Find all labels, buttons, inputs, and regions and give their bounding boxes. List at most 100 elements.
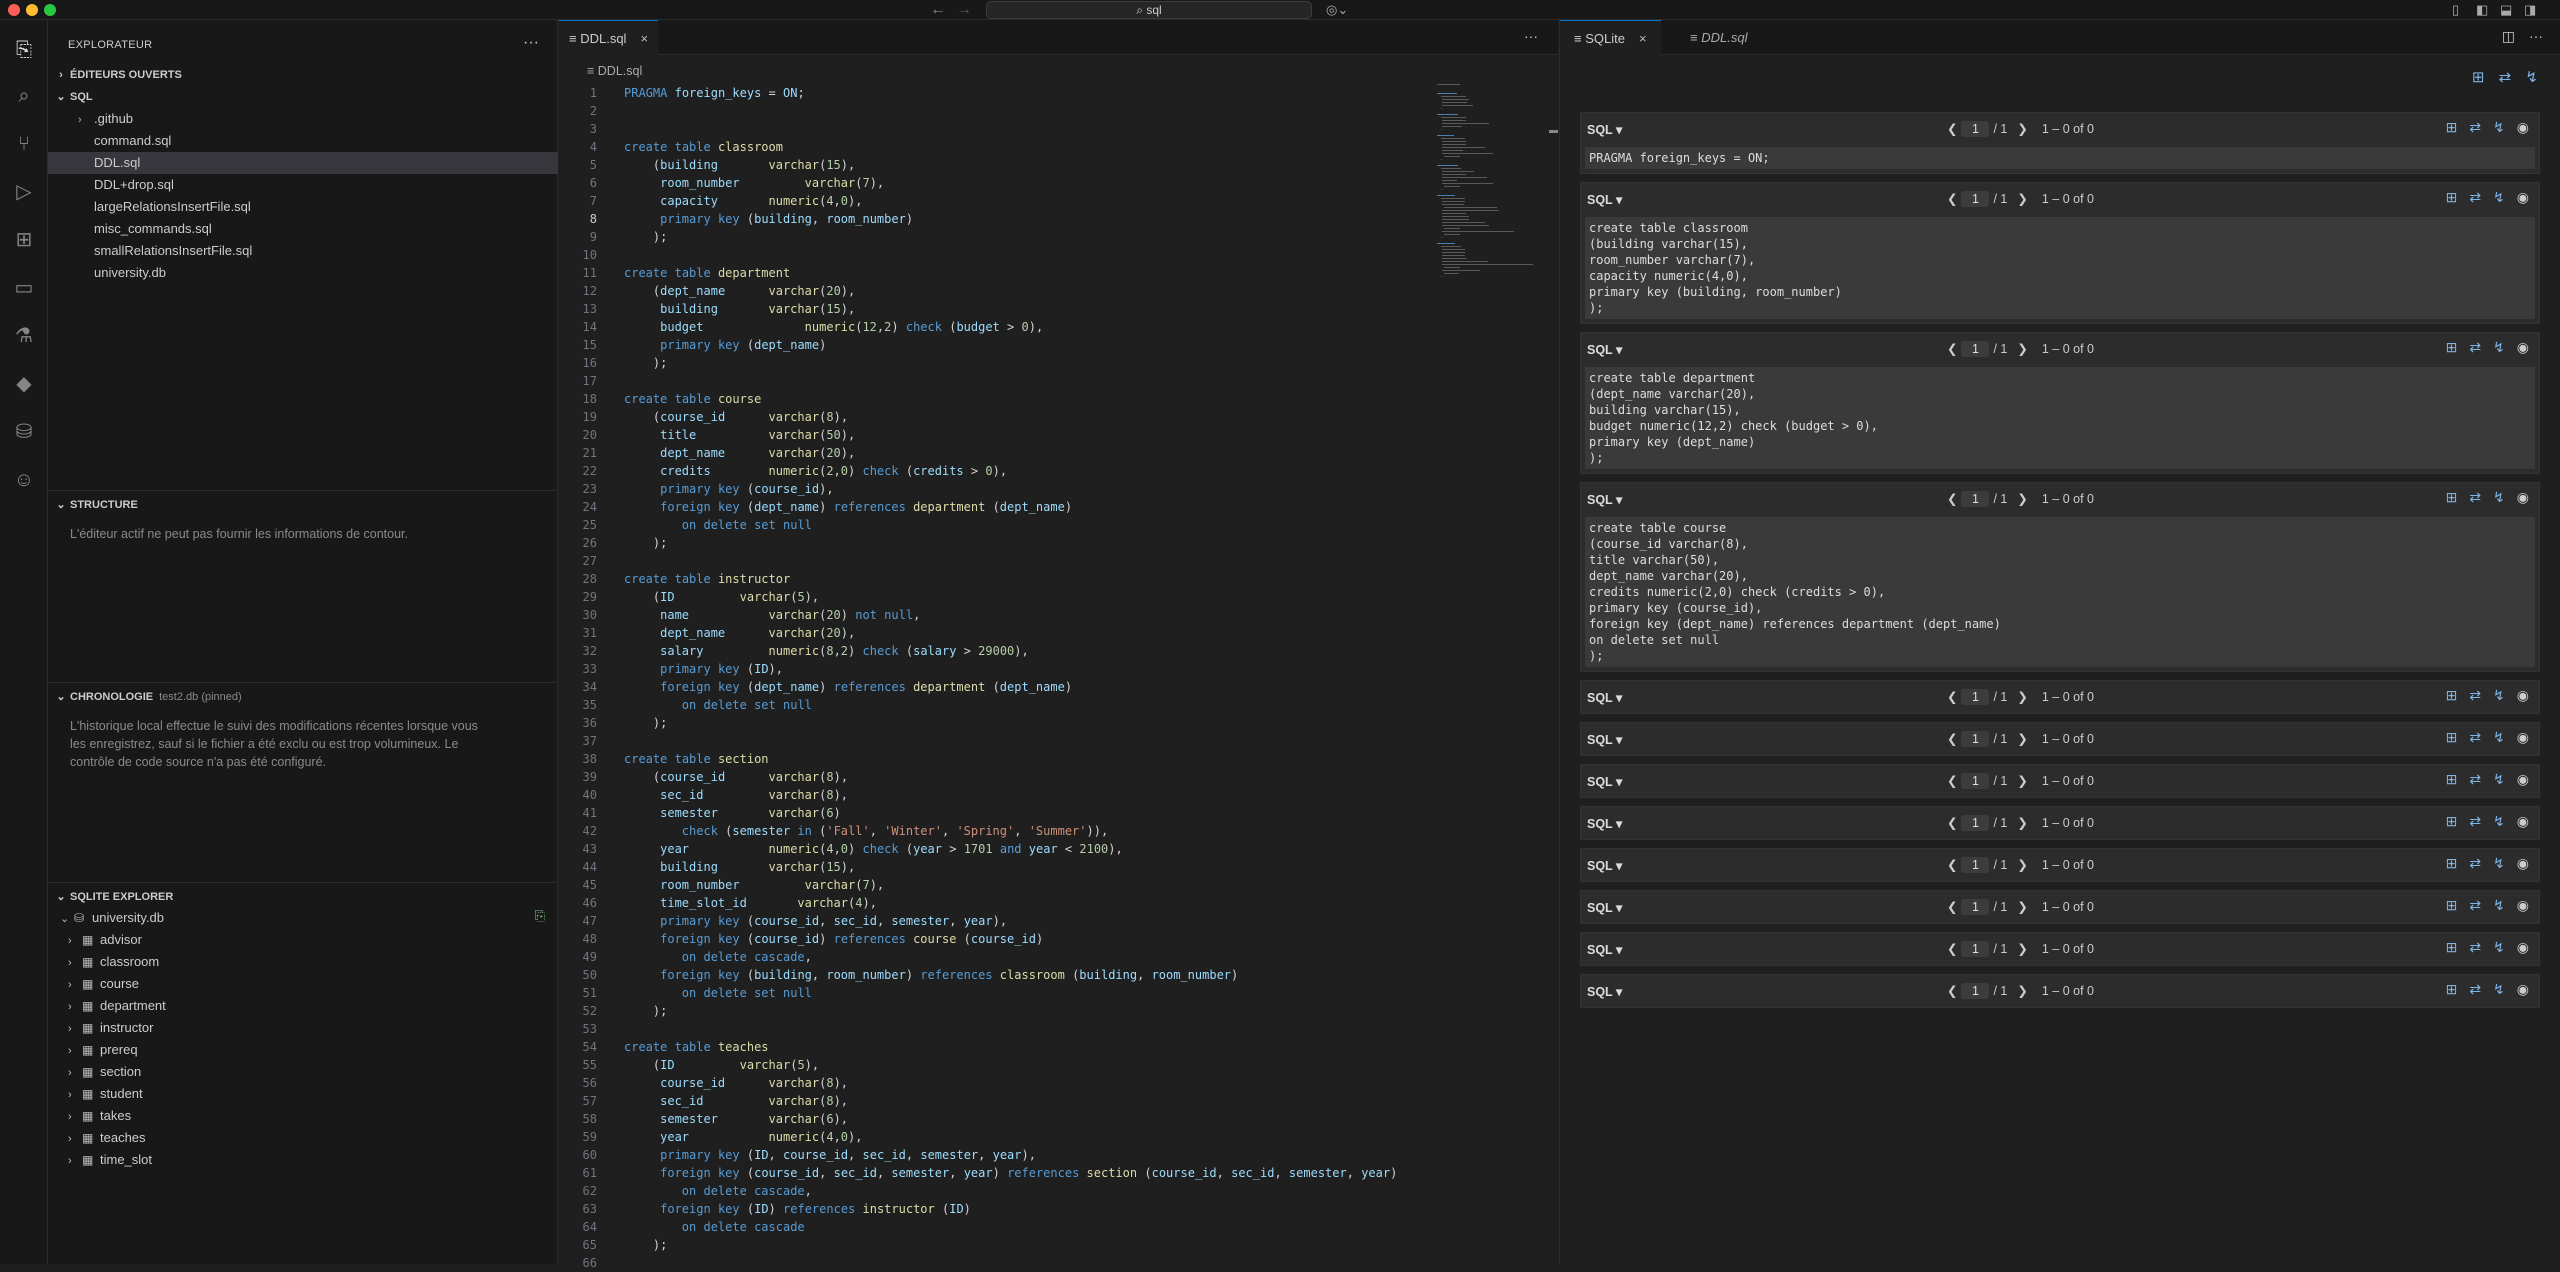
page-input[interactable]: 1 xyxy=(1961,731,1990,747)
tab-sqlite[interactable]: ≡ SQLite × xyxy=(1560,20,1661,55)
code-line[interactable]: 46 time_slot_id varchar(4), xyxy=(559,894,1419,912)
page-input[interactable]: 1 xyxy=(1961,689,1990,705)
insert-cell-icon[interactable]: ⊞ xyxy=(2446,981,2458,998)
prev-page-icon[interactable]: ❮ xyxy=(1947,732,1957,746)
language-select[interactable]: SQL ▾ xyxy=(1587,342,1622,357)
code-line[interactable]: 27 xyxy=(559,552,1419,570)
language-select[interactable]: SQL ▾ xyxy=(1587,492,1622,507)
run-cell-icon[interactable]: ↯ xyxy=(2493,771,2505,788)
code-line[interactable]: 51 on delete set null xyxy=(559,984,1419,1002)
code-line[interactable]: 3 xyxy=(559,120,1419,138)
code-line[interactable]: 61 foreign key (course_id, sec_id, semes… xyxy=(559,1164,1419,1182)
prev-page-icon[interactable]: ❮ xyxy=(1947,122,1957,136)
code-line[interactable]: 48 foreign key (course_id) references co… xyxy=(559,930,1419,948)
prev-page-icon[interactable]: ❮ xyxy=(1947,492,1957,506)
code-line[interactable]: 54 create table teaches xyxy=(559,1038,1419,1056)
file-ddl-drop-sql[interactable]: DDL+drop.sql xyxy=(48,174,558,196)
code-line[interactable]: 28 create table instructor xyxy=(559,570,1419,588)
minimize-window-button[interactable] xyxy=(26,4,38,16)
format-icon[interactable]: ⇄ xyxy=(2469,339,2481,356)
code-line[interactable]: 40 sec_id varchar(8), xyxy=(559,786,1419,804)
query-cell[interactable]: SQL ▾ ❮ 1/ 1 ❯ 1 – 0 of 0 ⊞ ⇄ ↯ ◉ create table cl… xyxy=(1580,182,2540,324)
cell-sql-text[interactable]: create table course (course_id varchar(8… xyxy=(1585,517,2535,667)
prev-page-icon[interactable]: ❮ xyxy=(1947,342,1957,356)
code-line[interactable]: 10 xyxy=(559,246,1419,264)
eye-icon[interactable]: ◉ xyxy=(2517,119,2529,136)
format-icon[interactable]: ⇄ xyxy=(2469,897,2481,914)
page-input[interactable]: 1 xyxy=(1961,983,1990,999)
code-line[interactable]: 65 ); xyxy=(559,1236,1419,1254)
prev-page-icon[interactable]: ❮ xyxy=(1947,690,1957,704)
table-item-instructor[interactable]: › ▦ instructor xyxy=(48,1017,558,1039)
code-line[interactable]: 38 create table section xyxy=(559,750,1419,768)
format-icon[interactable]: ⇄ xyxy=(2469,855,2481,872)
code-line[interactable]: 55 (ID varchar(5), xyxy=(559,1056,1419,1074)
code-line[interactable]: 36 ); xyxy=(559,714,1419,732)
eye-icon[interactable]: ◉ xyxy=(2517,729,2529,746)
code-line[interactable]: 12 (dept_name varchar(20), xyxy=(559,282,1419,300)
run-cell-icon[interactable]: ↯ xyxy=(2493,687,2505,704)
eye-icon[interactable]: ◉ xyxy=(2517,813,2529,830)
table-item-classroom[interactable]: › ▦ classroom xyxy=(48,951,558,973)
more-actions-icon[interactable]: ··· xyxy=(2529,28,2543,44)
database-icon[interactable]: ⛁ xyxy=(10,418,38,446)
toggle-panel-icon[interactable]: ⬓ xyxy=(2500,2,2512,18)
code-line[interactable]: 66 xyxy=(559,1254,1419,1272)
close-icon[interactable]: × xyxy=(1639,31,1647,46)
eye-icon[interactable]: ◉ xyxy=(2517,687,2529,704)
run-debug-icon[interactable]: ▷ xyxy=(10,178,38,206)
eye-icon[interactable]: ◉ xyxy=(2517,771,2529,788)
code-line[interactable]: 20 title varchar(50), xyxy=(559,426,1419,444)
insert-cell-icon[interactable]: ⊞ xyxy=(2446,687,2458,704)
code-line[interactable]: 29 (ID varchar(5), xyxy=(559,588,1419,606)
page-input[interactable]: 1 xyxy=(1961,191,1990,207)
language-select[interactable]: SQL ▾ xyxy=(1587,942,1622,957)
close-icon[interactable]: × xyxy=(640,31,648,46)
query-cell[interactable]: SQL ▾ ❮ 1/ 1 ❯ 1 – 0 of 0 ⊞ ⇄ ↯ ◉ xyxy=(1580,722,2540,756)
tab-ddl-sql-preview[interactable]: ≡ DDL.sql xyxy=(1680,20,1757,55)
next-page-icon[interactable]: ❯ xyxy=(2017,492,2027,506)
code-line[interactable]: 47 primary key (course_id, sec_id, semes… xyxy=(559,912,1419,930)
query-cell[interactable]: SQL ▾ ❮ 1/ 1 ❯ 1 – 0 of 0 ⊞ ⇄ ↯ ◉ create table co… xyxy=(1580,482,2540,672)
page-input[interactable]: 1 xyxy=(1961,857,1990,873)
format-icon[interactable]: ⇄ xyxy=(2469,489,2481,506)
next-page-icon[interactable]: ❯ xyxy=(2017,942,2027,956)
query-cell[interactable]: SQL ▾ ❮ 1/ 1 ❯ 1 – 0 of 0 ⊞ ⇄ ↯ ◉ xyxy=(1580,680,2540,714)
prev-page-icon[interactable]: ❮ xyxy=(1947,900,1957,914)
file-university-db[interactable]: university.db xyxy=(48,262,558,284)
language-select[interactable]: SQL ▾ xyxy=(1587,900,1622,915)
code-line[interactable]: 4 create table classroom xyxy=(559,138,1419,156)
query-cell[interactable]: SQL ▾ ❮ 1/ 1 ❯ 1 – 0 of 0 ⊞ ⇄ ↯ ◉ xyxy=(1580,806,2540,840)
insert-cell-icon[interactable]: ⊞ xyxy=(2446,771,2458,788)
next-page-icon[interactable]: ❯ xyxy=(2017,984,2027,998)
code-line[interactable]: 32 salary numeric(8,2) check (salary > 2… xyxy=(559,642,1419,660)
query-cell[interactable]: SQL ▾ ❮ 1/ 1 ❯ 1 – 0 of 0 ⊞ ⇄ ↯ ◉ create table de… xyxy=(1580,332,2540,474)
code-line[interactable]: 39 (course_id varchar(8), xyxy=(559,768,1419,786)
page-input[interactable]: 1 xyxy=(1961,941,1990,957)
code-line[interactable]: 23 primary key (course_id), xyxy=(559,480,1419,498)
tab-ddl-sql[interactable]: ≡ DDL.sql × xyxy=(559,20,659,55)
format-icon[interactable]: ⇄ xyxy=(2469,189,2481,206)
code-line[interactable]: 31 dept_name varchar(20), xyxy=(559,624,1419,642)
close-window-button[interactable] xyxy=(8,4,20,16)
insert-cell-icon[interactable]: ⊞ xyxy=(2446,897,2458,914)
code-line[interactable]: 1 PRAGMA foreign_keys = ON; xyxy=(559,84,1419,102)
language-select[interactable]: SQL ▾ xyxy=(1587,984,1622,999)
query-cell[interactable]: SQL ▾ ❮ 1/ 1 ❯ 1 – 0 of 0 ⊞ ⇄ ↯ ◉ xyxy=(1580,974,2540,1008)
section-folder[interactable]: ⌄ SQL xyxy=(48,86,558,108)
section-open-editors[interactable]: › ÉDITEURS OUVERTS xyxy=(48,64,558,86)
code-line[interactable]: 42 check (semester in ('Fall', 'Winter',… xyxy=(559,822,1419,840)
code-line[interactable]: 45 room_number varchar(7), xyxy=(559,876,1419,894)
prev-page-icon[interactable]: ❮ xyxy=(1947,984,1957,998)
code-line[interactable]: 19 (course_id varchar(8), xyxy=(559,408,1419,426)
more-actions-icon[interactable]: ··· xyxy=(1524,28,1538,44)
insert-cell-icon[interactable]: ⊞ xyxy=(2472,69,2485,86)
code-line[interactable]: 6 room_number varchar(7), xyxy=(559,174,1419,192)
code-line[interactable]: 13 building varchar(15), xyxy=(559,300,1419,318)
file-large-relations[interactable]: largeRelationsInsertFile.sql xyxy=(48,196,558,218)
source-control-icon[interactable]: ⑂ xyxy=(10,130,38,158)
section-structure[interactable]: ⌄ STRUCTURE xyxy=(48,494,558,516)
code-line[interactable]: 16 ); xyxy=(559,354,1419,372)
language-select[interactable]: SQL ▾ xyxy=(1587,192,1622,207)
explorer-icon[interactable]: ⎘ xyxy=(10,36,38,64)
